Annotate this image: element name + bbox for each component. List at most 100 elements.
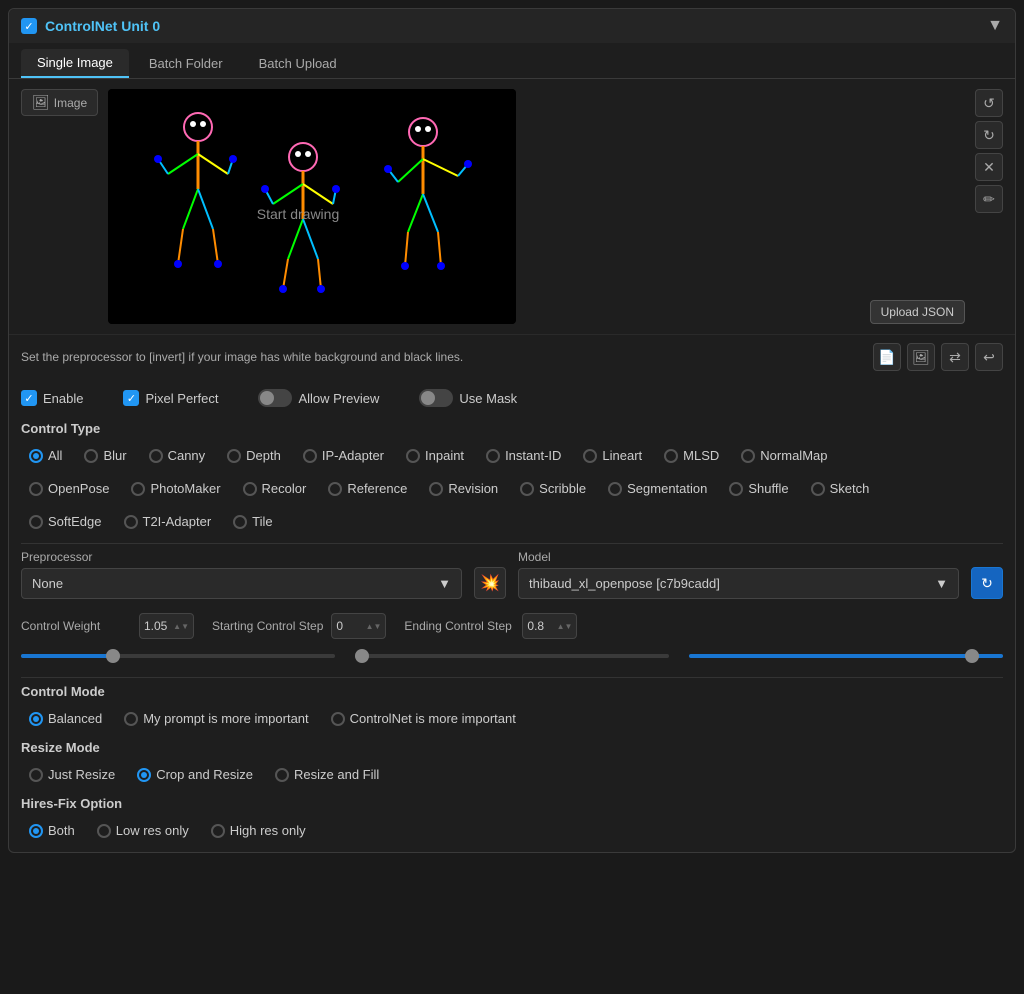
ct-segmentation-radio[interactable] xyxy=(608,482,622,496)
ct-ip-adapter-radio[interactable] xyxy=(303,449,317,463)
ct-mlsd[interactable]: MLSD xyxy=(656,444,727,467)
ct-canny-radio[interactable] xyxy=(149,449,163,463)
starting-step-slider-track[interactable] xyxy=(355,649,669,663)
ct-lineart[interactable]: Lineart xyxy=(575,444,650,467)
ct-photomaker[interactable]: PhotoMaker xyxy=(123,477,228,500)
ct-inpaint-radio[interactable] xyxy=(406,449,420,463)
panel-collapse-arrow[interactable]: ▼ xyxy=(987,17,1003,35)
ct-t2i-adapter-radio[interactable] xyxy=(124,515,138,529)
info-icon-arrows[interactable]: ⇄ xyxy=(941,343,969,371)
ct-segmentation[interactable]: Segmentation xyxy=(600,477,715,500)
ct-tile[interactable]: Tile xyxy=(225,510,280,533)
ending-step-slider-track[interactable] xyxy=(689,649,1003,663)
ct-blur-radio[interactable] xyxy=(84,449,98,463)
ending-step-input[interactable]: 0.8 ▲▼ xyxy=(522,613,577,639)
pixel-perfect-cb[interactable] xyxy=(123,390,139,406)
ct-softedge[interactable]: SoftEdge xyxy=(21,510,110,533)
use-mask-checkbox-item[interactable]: Use Mask xyxy=(419,389,517,407)
ct-depth-radio[interactable] xyxy=(227,449,241,463)
model-select[interactable]: thibaud_xl_openpose [c7b9cadd] ▼ xyxy=(518,568,959,599)
weight-slider-track[interactable] xyxy=(21,649,335,663)
close-button[interactable]: ✕ xyxy=(975,153,1003,181)
image-canvas[interactable]: Start drawing xyxy=(108,89,516,324)
ct-openpose[interactable]: OpenPose xyxy=(21,477,117,500)
cm-balanced-radio[interactable] xyxy=(29,712,43,726)
preprocessor-select[interactable]: None ▼ xyxy=(21,568,462,599)
pixel-perfect-checkbox-item[interactable]: Pixel Perfect xyxy=(123,390,218,406)
rm-crop-resize-radio[interactable] xyxy=(137,768,151,782)
rm-resize-fill[interactable]: Resize and Fill xyxy=(267,763,387,786)
allow-preview-checkbox-item[interactable]: Allow Preview xyxy=(258,389,379,407)
ct-scribble-radio[interactable] xyxy=(520,482,534,496)
starting-step-slider-thumb[interactable] xyxy=(355,649,369,663)
tab-batch-upload[interactable]: Batch Upload xyxy=(243,49,353,78)
cm-controlnet[interactable]: ControlNet is more important xyxy=(323,707,524,730)
ct-instant-id[interactable]: Instant-ID xyxy=(478,444,569,467)
upload-json-button[interactable]: Upload JSON xyxy=(870,300,965,324)
ct-sketch[interactable]: Sketch xyxy=(803,477,878,500)
hf-both-radio[interactable] xyxy=(29,824,43,838)
tab-single-image[interactable]: Single Image xyxy=(21,49,129,78)
rm-just-resize-radio[interactable] xyxy=(29,768,43,782)
control-weight-input[interactable]: 1.05 ▲▼ xyxy=(139,613,194,639)
info-icon-refresh[interactable]: ↩ xyxy=(975,343,1003,371)
hf-high-res[interactable]: High res only xyxy=(203,819,314,842)
ct-blur[interactable]: Blur xyxy=(76,444,134,467)
rm-crop-resize[interactable]: Crop and Resize xyxy=(129,763,261,786)
ct-instant-id-radio[interactable] xyxy=(486,449,500,463)
starting-step-arrows[interactable]: ▲▼ xyxy=(366,622,382,631)
cm-controlnet-radio[interactable] xyxy=(331,712,345,726)
rm-resize-fill-radio[interactable] xyxy=(275,768,289,782)
rm-just-resize[interactable]: Just Resize xyxy=(21,763,123,786)
panel-enable-checkbox[interactable]: ✓ xyxy=(21,18,37,34)
hf-low-res-radio[interactable] xyxy=(97,824,111,838)
ct-revision[interactable]: Revision xyxy=(421,477,506,500)
weight-slider-thumb[interactable] xyxy=(106,649,120,663)
enable-cb[interactable] xyxy=(21,390,37,406)
ct-inpaint[interactable]: Inpaint xyxy=(398,444,472,467)
model-refresh-button[interactable]: ↻ xyxy=(971,567,1003,599)
ending-step-slider-thumb[interactable] xyxy=(965,649,979,663)
ct-sketch-radio[interactable] xyxy=(811,482,825,496)
ct-tile-radio[interactable] xyxy=(233,515,247,529)
ct-normalmap[interactable]: NormalMap xyxy=(733,444,835,467)
info-icon-1[interactable]: 📄 xyxy=(873,343,901,371)
ct-canny[interactable]: Canny xyxy=(141,444,214,467)
ct-mlsd-radio[interactable] xyxy=(664,449,678,463)
cm-balanced[interactable]: Balanced xyxy=(21,707,110,730)
ct-depth[interactable]: Depth xyxy=(219,444,289,467)
ct-shuffle[interactable]: Shuffle xyxy=(721,477,796,500)
hf-both[interactable]: Both xyxy=(21,819,83,842)
redo-button[interactable]: ↻ xyxy=(975,121,1003,149)
edit-button[interactable]: ✏ xyxy=(975,185,1003,213)
cm-prompt[interactable]: My prompt is more important xyxy=(116,707,316,730)
info-icon-2[interactable]: 🖼 xyxy=(907,343,935,371)
ct-lineart-radio[interactable] xyxy=(583,449,597,463)
ct-reference-radio[interactable] xyxy=(328,482,342,496)
ct-shuffle-radio[interactable] xyxy=(729,482,743,496)
ct-t2i-adapter[interactable]: T2I-Adapter xyxy=(116,510,220,533)
control-weight-arrows[interactable]: ▲▼ xyxy=(173,622,189,631)
hf-low-res[interactable]: Low res only xyxy=(89,819,197,842)
undo-button[interactable]: ↺ xyxy=(975,89,1003,117)
ct-normalmap-radio[interactable] xyxy=(741,449,755,463)
ct-scribble[interactable]: Scribble xyxy=(512,477,594,500)
ct-all[interactable]: All xyxy=(21,444,70,467)
refresh-button[interactable]: 💥 xyxy=(474,567,506,599)
allow-preview-toggle[interactable] xyxy=(258,389,292,407)
ending-step-arrows[interactable]: ▲▼ xyxy=(557,622,573,631)
cm-prompt-radio[interactable] xyxy=(124,712,138,726)
use-mask-toggle[interactable] xyxy=(419,389,453,407)
ct-ip-adapter[interactable]: IP-Adapter xyxy=(295,444,392,467)
ct-recolor[interactable]: Recolor xyxy=(235,477,315,500)
ct-reference[interactable]: Reference xyxy=(320,477,415,500)
tab-batch-folder[interactable]: Batch Folder xyxy=(133,49,239,78)
ct-all-radio[interactable] xyxy=(29,449,43,463)
ct-revision-radio[interactable] xyxy=(429,482,443,496)
ct-softedge-radio[interactable] xyxy=(29,515,43,529)
ct-photomaker-radio[interactable] xyxy=(131,482,145,496)
enable-checkbox-item[interactable]: Enable xyxy=(21,390,83,406)
starting-step-input[interactable]: 0 ▲▼ xyxy=(331,613,386,639)
ct-recolor-radio[interactable] xyxy=(243,482,257,496)
ct-openpose-radio[interactable] xyxy=(29,482,43,496)
